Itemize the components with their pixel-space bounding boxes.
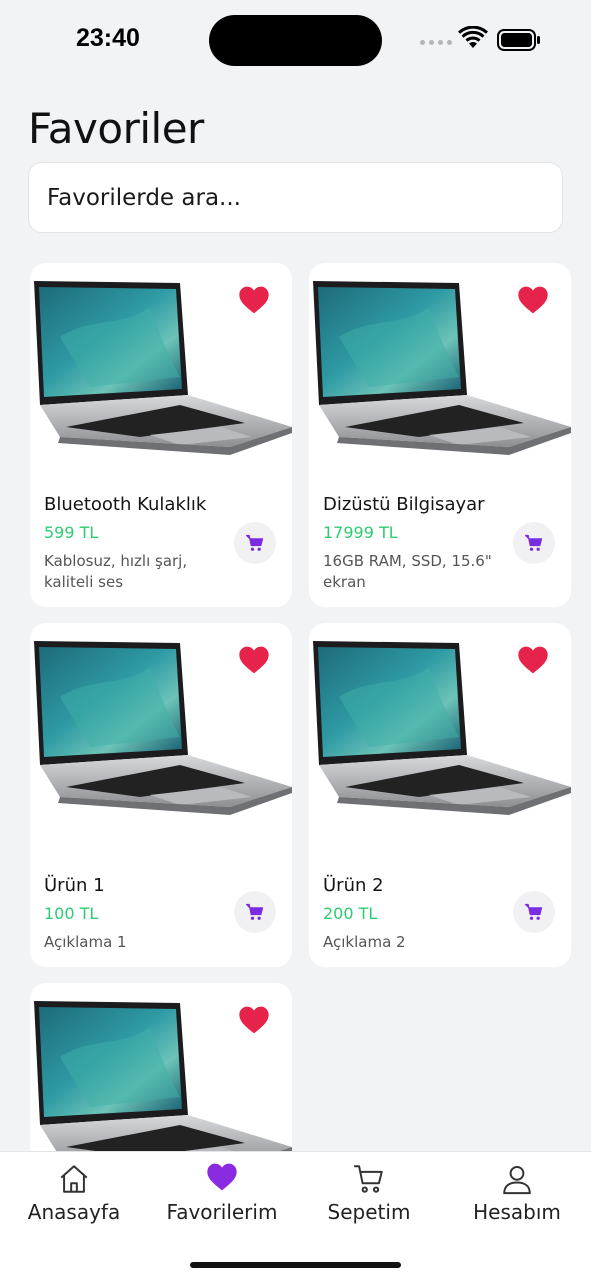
product-price: 599 TL <box>44 523 99 542</box>
product-name: Ürün 2 <box>323 875 384 896</box>
tab-label: Sepetim <box>327 1200 411 1224</box>
product-price: 200 TL <box>323 904 378 923</box>
cellular-signal-icon <box>420 40 452 45</box>
product-description: Kablosuz, hızlı şarj, kaliteli ses <box>44 552 188 591</box>
cart-icon <box>353 1165 383 1193</box>
product-card[interactable]: Dizüstü Bilgisayar 17999 TL 16GB RAM, SS… <box>309 263 571 607</box>
cart-icon <box>524 902 544 922</box>
user-icon <box>503 1165 531 1195</box>
add-to-cart-button[interactable] <box>513 891 555 933</box>
product-price: 17999 TL <box>323 523 398 542</box>
product-card[interactable]: Bluetooth Kulaklık 599 TL Kablosuz, hızl… <box>30 263 292 607</box>
product-name: Dizüstü Bilgisayar <box>323 494 485 515</box>
heart-icon <box>207 1163 237 1191</box>
favorite-heart-button[interactable] <box>517 285 549 315</box>
tab-label: Favorilerim <box>166 1200 278 1224</box>
cart-icon <box>245 902 265 922</box>
tab-label: Anasayfa <box>27 1200 121 1224</box>
cart-icon <box>524 533 544 553</box>
favorite-heart-button[interactable] <box>238 1005 270 1035</box>
status-time: 23:40 <box>76 24 140 52</box>
add-to-cart-button[interactable] <box>234 522 276 564</box>
add-to-cart-button[interactable] <box>513 522 555 564</box>
favorite-heart-button[interactable] <box>238 285 270 315</box>
wifi-icon <box>458 26 488 48</box>
tab-hesabim[interactable]: Hesabım <box>443 1152 591 1232</box>
dynamic-island <box>209 15 382 66</box>
tab-anasayfa[interactable]: Anasayfa <box>0 1152 148 1232</box>
page-title: Favoriler <box>28 104 204 153</box>
favorite-heart-button[interactable] <box>517 645 549 675</box>
product-description: Açıklama 2 <box>323 933 406 951</box>
battery-icon <box>497 29 540 51</box>
product-name: Bluetooth Kulaklık <box>44 494 207 515</box>
add-to-cart-button[interactable] <box>234 891 276 933</box>
cart-icon <box>245 533 265 553</box>
bottom-tab-bar: Anasayfa Favorilerim Sepetim Hesabım <box>0 1151 591 1280</box>
search-input[interactable]: Favorilerde ara... <box>28 162 563 233</box>
favorite-heart-button[interactable] <box>238 645 270 675</box>
product-card[interactable]: Ürün 1 100 TL Açıklama 1 <box>30 623 292 967</box>
home-indicator <box>190 1262 401 1268</box>
product-price: 100 TL <box>44 904 99 923</box>
product-description: 16GB RAM, SSD, 15.6" ekran <box>323 552 492 591</box>
tab-favorilerim[interactable]: Favorilerim <box>148 1152 296 1232</box>
product-card[interactable]: Ürün 2 200 TL Açıklama 2 <box>309 623 571 967</box>
tab-label: Hesabım <box>473 1200 561 1224</box>
product-name: Ürün 1 <box>44 875 105 896</box>
home-icon <box>60 1165 88 1193</box>
tab-sepetim[interactable]: Sepetim <box>295 1152 443 1232</box>
product-description: Açıklama 1 <box>44 933 127 951</box>
status-bar: 23:40 <box>0 0 591 80</box>
